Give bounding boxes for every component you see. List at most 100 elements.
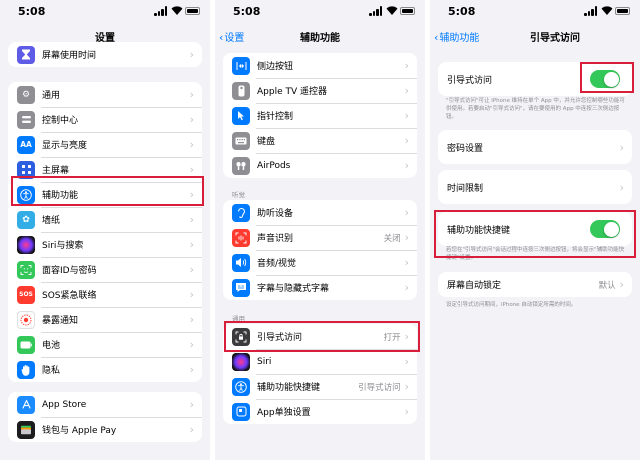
- pointer-control-icon: [232, 106, 250, 125]
- siri-icon: [17, 235, 35, 254]
- auto-lock-value: 默认: [598, 280, 616, 291]
- settings-item-wallet[interactable]: 钱包与 Apple Pay ›: [8, 417, 202, 442]
- settings-item-siri-search[interactable]: Siri与搜索 ›: [8, 232, 202, 257]
- control-center-icon: [17, 110, 35, 129]
- settings-item-label: Siri与搜索: [42, 241, 84, 251]
- chevron-right-icon: ›: [404, 405, 409, 418]
- tv-remote-icon: [232, 81, 250, 100]
- ear-icon: [232, 203, 250, 222]
- settings-item-label: 主屏幕: [42, 166, 70, 176]
- settings-item-control-center[interactable]: 控制中心 ›: [8, 107, 202, 132]
- chevron-right-icon: ›: [189, 263, 194, 276]
- settings-item-battery[interactable]: 电池 ›: [8, 332, 202, 357]
- accessibility-item-siri[interactable]: Siri ›: [223, 349, 417, 374]
- display-brightness-icon: AA: [17, 135, 35, 154]
- accessibility-item-value: 引导式访问: [358, 382, 401, 393]
- accessibility-group-hearing: 助听设备 › 声音识别 关闭 › 音频/视觉 › 字幕与隐藏式字幕 ›: [223, 200, 417, 300]
- accessibility-item-airpods[interactable]: AirPods ›: [223, 153, 417, 178]
- chevron-right-icon: ›: [404, 59, 409, 72]
- chevron-right-icon: ›: [189, 288, 194, 301]
- settings-item-privacy[interactable]: 隐私 ›: [8, 357, 202, 382]
- accessibility-item-label: 辅助功能快捷键: [257, 383, 321, 393]
- status-time: 5:08: [448, 5, 476, 18]
- sound-recognition-icon: [232, 228, 250, 247]
- chevron-right-icon: ›: [404, 206, 409, 219]
- accessibility-item-shortcut[interactable]: 辅助功能快捷键 引导式访问 ›: [223, 374, 417, 399]
- settings-item-display-brightness[interactable]: AA 显示与亮度 ›: [8, 132, 202, 157]
- accessibility-item-label: 音频/视觉: [257, 259, 297, 269]
- settings-item-label: 墙纸: [42, 216, 61, 226]
- accessibility-item-keyboard[interactable]: 键盘 ›: [223, 128, 417, 153]
- chevron-right-icon: ›: [189, 163, 194, 176]
- status-bar: 5:08: [430, 0, 640, 22]
- chevron-right-icon: ›: [189, 238, 194, 251]
- nav-bar: ‹设置 辅助功能: [215, 26, 425, 46]
- settings-item-screen-time[interactable]: 屏幕使用时间 ›: [8, 42, 202, 67]
- guided-access-note: "引导式访问"可让 iPhone 维持在单个 App 中，并允许您控制哪些功能可…: [446, 98, 625, 120]
- settings-item-label: 面容ID与密码: [42, 266, 97, 276]
- time-limits-group: 时间限制 ›: [438, 170, 632, 204]
- wifi-icon: [386, 6, 398, 15]
- settings-item-label: 隐私: [42, 366, 61, 376]
- time-limits-row[interactable]: 时间限制 ›: [438, 170, 632, 204]
- status-icons: [584, 6, 630, 16]
- accessibility-item-hearing-devices[interactable]: 助听设备 ›: [223, 200, 417, 225]
- passcode-settings-row[interactable]: 密码设置 ›: [438, 130, 632, 164]
- settings-item-app-store[interactable]: App Store ›: [8, 392, 202, 417]
- accessibility-item-audio-visual[interactable]: 音频/视觉 ›: [223, 250, 417, 275]
- wallpaper-icon: ✿: [17, 210, 35, 229]
- accessibility-item-per-app[interactable]: App单独设置 ›: [223, 399, 417, 424]
- settings-item-general[interactable]: ⚙ 通用 ›: [8, 82, 202, 107]
- settings-item-face-id[interactable]: 面容ID与密码 ›: [8, 257, 202, 282]
- gear-icon: ⚙: [17, 85, 35, 104]
- settings-item-exposure[interactable]: 暴露通知 ›: [8, 307, 202, 332]
- cellular-signal-icon: [584, 6, 598, 16]
- accessibility-item-label: AirPods: [257, 160, 291, 171]
- settings-screen: 5:08 设置 屏幕使用时间 › ⚙ 通用 › 控制中心 › AA 显示与亮度 …: [0, 0, 210, 460]
- settings-item-label: 屏幕使用时间: [42, 51, 97, 61]
- settings-item-label: SOS紧急联络: [42, 291, 97, 301]
- accessibility-item-label: Siri: [257, 356, 272, 367]
- auto-lock-row[interactable]: 屏幕自动锁定 默认 ›: [438, 272, 632, 297]
- battery-icon: [185, 7, 200, 15]
- siri-icon: [232, 352, 250, 371]
- chevron-right-icon: ›: [404, 281, 409, 294]
- chevron-right-icon: ›: [404, 159, 409, 172]
- accessibility-item-label: 字幕与隐藏式字幕: [257, 284, 330, 294]
- accessibility-item-label: 声音识别: [257, 234, 294, 244]
- chevron-right-icon: ›: [189, 313, 194, 326]
- keyboard-icon: [232, 131, 250, 150]
- settings-item-sos[interactable]: SOS SOS紧急联络 ›: [8, 282, 202, 307]
- status-icons: [369, 6, 415, 16]
- chevron-right-icon: ›: [619, 140, 624, 154]
- settings-item-wallpaper[interactable]: ✿ 墙纸 ›: [8, 207, 202, 232]
- chevron-right-icon: ›: [619, 180, 624, 194]
- accessibility-item-pointer-control[interactable]: 指针控制 ›: [223, 103, 417, 128]
- accessibility-item-label: 侧边按钮: [257, 62, 294, 72]
- nav-bar: ‹辅助功能 引导式访问: [430, 26, 640, 46]
- accessibility-item-subtitles[interactable]: 字幕与隐藏式字幕 ›: [223, 275, 417, 300]
- sos-icon: SOS: [17, 285, 35, 304]
- side-button-icon: [232, 56, 250, 75]
- page-title: 辅助功能: [300, 33, 340, 44]
- section-header-hearing: 听觉: [232, 191, 245, 199]
- highlight-box: [434, 210, 636, 258]
- chevron-right-icon: ›: [189, 423, 194, 436]
- battery-icon: [17, 335, 35, 354]
- chevron-right-icon: ›: [189, 138, 194, 151]
- accessibility-item-label: 助听设备: [257, 209, 294, 219]
- chevron-right-icon: ›: [189, 48, 194, 61]
- chevron-right-icon: ›: [189, 113, 194, 126]
- page-title: 引导式访问: [530, 33, 580, 44]
- wifi-icon: [601, 6, 613, 15]
- status-time: 5:08: [18, 5, 46, 18]
- chevron-right-icon: ›: [189, 213, 194, 226]
- chevron-right-icon: ›: [189, 338, 194, 351]
- settings-group-store: App Store › 钱包与 Apple Pay ›: [8, 392, 202, 442]
- guided-access-screen: 5:08 ‹辅助功能 引导式访问 引导式访问 "引导式访问"可让 iPhone …: [430, 0, 640, 460]
- auto-lock-note: 设定引导式访问期间，iPhone 自动锁定所需的时间。: [446, 302, 577, 308]
- accessibility-item-side-button[interactable]: 侧边按钮 ›: [223, 53, 417, 78]
- wifi-icon: [171, 6, 183, 15]
- accessibility-item-sound-recognition[interactable]: 声音识别 关闭 ›: [223, 225, 417, 250]
- accessibility-item-tv-remote[interactable]: Apple TV 遥控器 ›: [223, 78, 417, 103]
